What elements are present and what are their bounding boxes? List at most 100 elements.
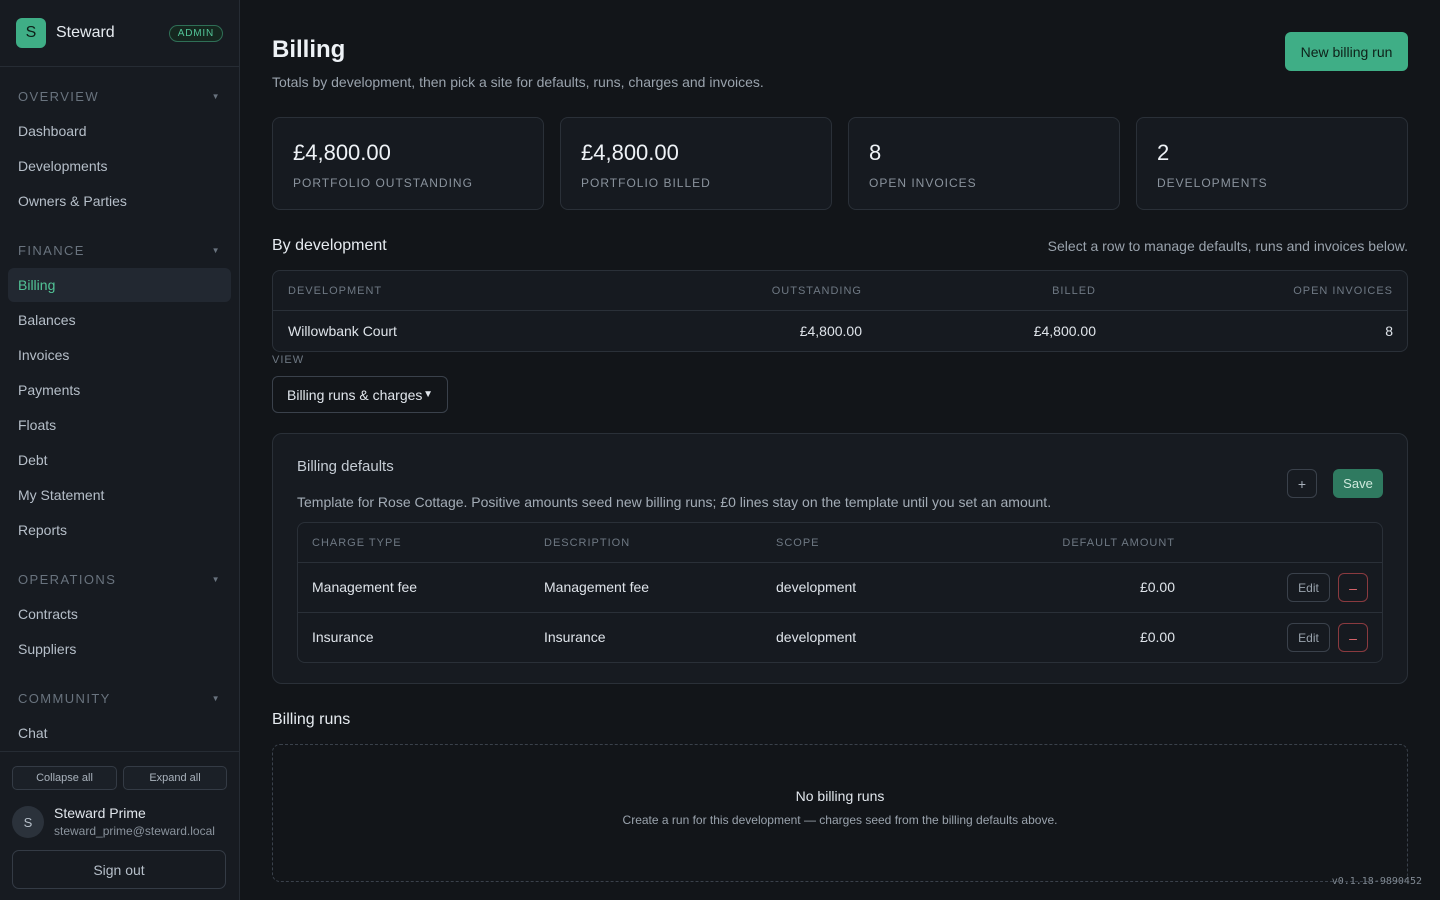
stat-label: PORTFOLIO OUTSTANDING xyxy=(293,176,473,190)
stat-card-open-invoices: 8 OPEN INVOICES xyxy=(848,117,1120,210)
cell-description: Management fee xyxy=(544,579,650,595)
user-profile: S Steward Prime steward_prime@steward.lo… xyxy=(12,805,227,839)
view-label: VIEW xyxy=(272,354,305,366)
cell-billed: £4,800.00 xyxy=(1033,323,1096,339)
cell-description: Insurance xyxy=(544,629,606,645)
add-default-button[interactable]: + xyxy=(1287,469,1317,498)
minus-icon: – xyxy=(1349,579,1357,596)
section-title: OPERATIONS xyxy=(18,571,117,587)
delete-button[interactable]: – xyxy=(1338,573,1368,602)
avatar: S xyxy=(12,806,44,838)
column-header-outstanding: OUTSTANDING xyxy=(771,285,862,297)
cell-development: Willowbank Court xyxy=(288,323,397,339)
stat-value: 8 xyxy=(869,140,882,165)
sidebar-item-chat[interactable]: Chat xyxy=(8,716,231,750)
sidebar-item-balances[interactable]: Balances xyxy=(8,303,231,337)
sidebar-item-my-statement[interactable]: My Statement xyxy=(8,478,231,512)
empty-state-description: Create a run for this development — char… xyxy=(622,813,1058,827)
sidebar-item-owners-parties[interactable]: Owners & Parties xyxy=(8,184,231,218)
billing-runs-heading: Billing runs xyxy=(272,711,351,728)
table-row: Insurance Insurance development £0.00 Ed… xyxy=(298,613,1382,662)
billing-defaults-description: Template for Rose Cottage. Positive amou… xyxy=(297,494,1052,510)
user-email: steward_prime@steward.local xyxy=(54,823,215,838)
billing-defaults-title: Billing defaults xyxy=(297,458,394,475)
sidebar-item-payments[interactable]: Payments xyxy=(8,373,231,407)
main-content: Billing Totals by development, then pick… xyxy=(240,0,1440,900)
stat-label: DEVELOPMENTS xyxy=(1157,176,1268,190)
empty-state-title: No billing runs xyxy=(795,788,885,804)
sidebar-item-debt[interactable]: Debt xyxy=(8,443,231,477)
billing-defaults-table: CHARGE TYPE DESCRIPTION SCOPE DEFAULT AM… xyxy=(297,522,1383,663)
role-badge: ADMIN xyxy=(168,24,223,42)
sidebar: S Steward ADMIN OVERVIEW ▼ Dashboard Dev… xyxy=(0,0,240,900)
edit-button[interactable]: Edit xyxy=(1287,573,1330,602)
save-button[interactable]: Save xyxy=(1333,469,1383,498)
nav-section-community: COMMUNITY ▼ xyxy=(0,686,239,710)
cell-default-amount: £0.00 xyxy=(1139,629,1175,645)
sidebar-item-developments[interactable]: Developments xyxy=(8,149,231,183)
plus-icon: + xyxy=(1297,475,1307,492)
billing-runs-empty-state: No billing runs Create a run for this de… xyxy=(272,744,1408,882)
new-billing-run-button[interactable]: New billing run xyxy=(1285,32,1408,71)
sidebar-item-contracts[interactable]: Contracts xyxy=(8,597,231,631)
chevron-down-icon: ▼ xyxy=(211,693,221,703)
expand-all-button[interactable]: Expand all xyxy=(123,766,227,790)
stat-label: OPEN INVOICES xyxy=(869,176,977,190)
chevron-down-icon: ▼ xyxy=(211,245,221,255)
sidebar-item-floats[interactable]: Floats xyxy=(8,408,231,442)
sidebar-item-billing[interactable]: Billing xyxy=(8,268,231,302)
by-development-heading: By development xyxy=(272,237,387,254)
nav-section-operations: OPERATIONS ▼ xyxy=(0,567,239,591)
sign-out-button[interactable]: Sign out xyxy=(12,850,226,889)
page-subtitle: Totals by development, then pick a site … xyxy=(272,74,764,90)
column-header-scope: SCOPE xyxy=(776,537,820,549)
chevron-down-icon: ▼ xyxy=(423,389,433,400)
brand-name[interactable]: Steward xyxy=(56,24,115,42)
column-header-description: DESCRIPTION xyxy=(544,537,631,549)
sidebar-item-reports[interactable]: Reports xyxy=(8,513,231,547)
chevron-down-icon: ▼ xyxy=(211,91,221,101)
billing-defaults-panel: Billing defaults Template for Rose Cotta… xyxy=(272,433,1408,684)
sidebar-footer: Collapse all Expand all S Steward Prime … xyxy=(0,751,239,900)
cell-open-invoices: 8 xyxy=(1385,323,1393,339)
view-select[interactable]: Billing runs & charges ▼ xyxy=(272,376,448,413)
nav-section-overview: OVERVIEW ▼ xyxy=(0,84,239,108)
section-header-operations[interactable]: OPERATIONS ▼ xyxy=(0,567,239,591)
stat-label: PORTFOLIO BILLED xyxy=(581,176,711,190)
stat-card-portfolio-billed: £4,800.00 PORTFOLIO BILLED xyxy=(560,117,832,210)
collapse-all-button[interactable]: Collapse all xyxy=(12,766,117,790)
section-title: COMMUNITY xyxy=(18,690,111,706)
brand-logo[interactable]: S xyxy=(16,18,46,48)
sidebar-item-invoices[interactable]: Invoices xyxy=(8,338,231,372)
user-info: Steward Prime steward_prime@steward.loca… xyxy=(54,805,215,840)
section-header-overview[interactable]: OVERVIEW ▼ xyxy=(0,84,239,108)
cell-charge-type: Management fee xyxy=(312,579,418,595)
sidebar-item-suppliers[interactable]: Suppliers xyxy=(8,632,231,666)
column-header-open-invoices: OPEN INVOICES xyxy=(1293,285,1393,297)
cell-charge-type: Insurance xyxy=(312,629,374,645)
version-label: v0.1.18-9890452 xyxy=(1331,876,1422,887)
stat-value: 2 xyxy=(1157,140,1170,165)
section-title: FINANCE xyxy=(18,242,85,258)
user-name: Steward Prime xyxy=(54,804,146,821)
column-header-billed: BILLED xyxy=(1052,285,1096,297)
minus-icon: – xyxy=(1349,629,1357,646)
stat-value: £4,800.00 xyxy=(581,140,679,165)
view-select-value: Billing runs & charges xyxy=(287,386,423,403)
section-header-community[interactable]: COMMUNITY ▼ xyxy=(0,686,239,710)
stat-card-portfolio-outstanding: £4,800.00 PORTFOLIO OUTSTANDING xyxy=(272,117,544,210)
edit-button[interactable]: Edit xyxy=(1287,623,1330,652)
brand-header: S Steward ADMIN xyxy=(0,0,239,67)
delete-button[interactable]: – xyxy=(1338,623,1368,652)
sidebar-item-dashboard[interactable]: Dashboard xyxy=(8,114,231,148)
nav-section-finance: FINANCE ▼ xyxy=(0,238,239,262)
stat-card-developments: 2 DEVELOPMENTS xyxy=(1136,117,1408,210)
development-table: DEVELOPMENT OUTSTANDING BILLED OPEN INVO… xyxy=(272,270,1408,352)
table-row[interactable]: Willowbank Court £4,800.00 £4,800.00 8 xyxy=(273,311,1407,351)
column-header-default-amount: DEFAULT AMOUNT xyxy=(1062,537,1175,549)
sidebar-nav: OVERVIEW ▼ Dashboard Developments Owners… xyxy=(0,67,239,751)
column-header-charge-type: CHARGE TYPE xyxy=(312,537,402,549)
cell-default-amount: £0.00 xyxy=(1139,579,1175,595)
section-header-finance[interactable]: FINANCE ▼ xyxy=(0,238,239,262)
cell-scope: development xyxy=(776,629,857,645)
